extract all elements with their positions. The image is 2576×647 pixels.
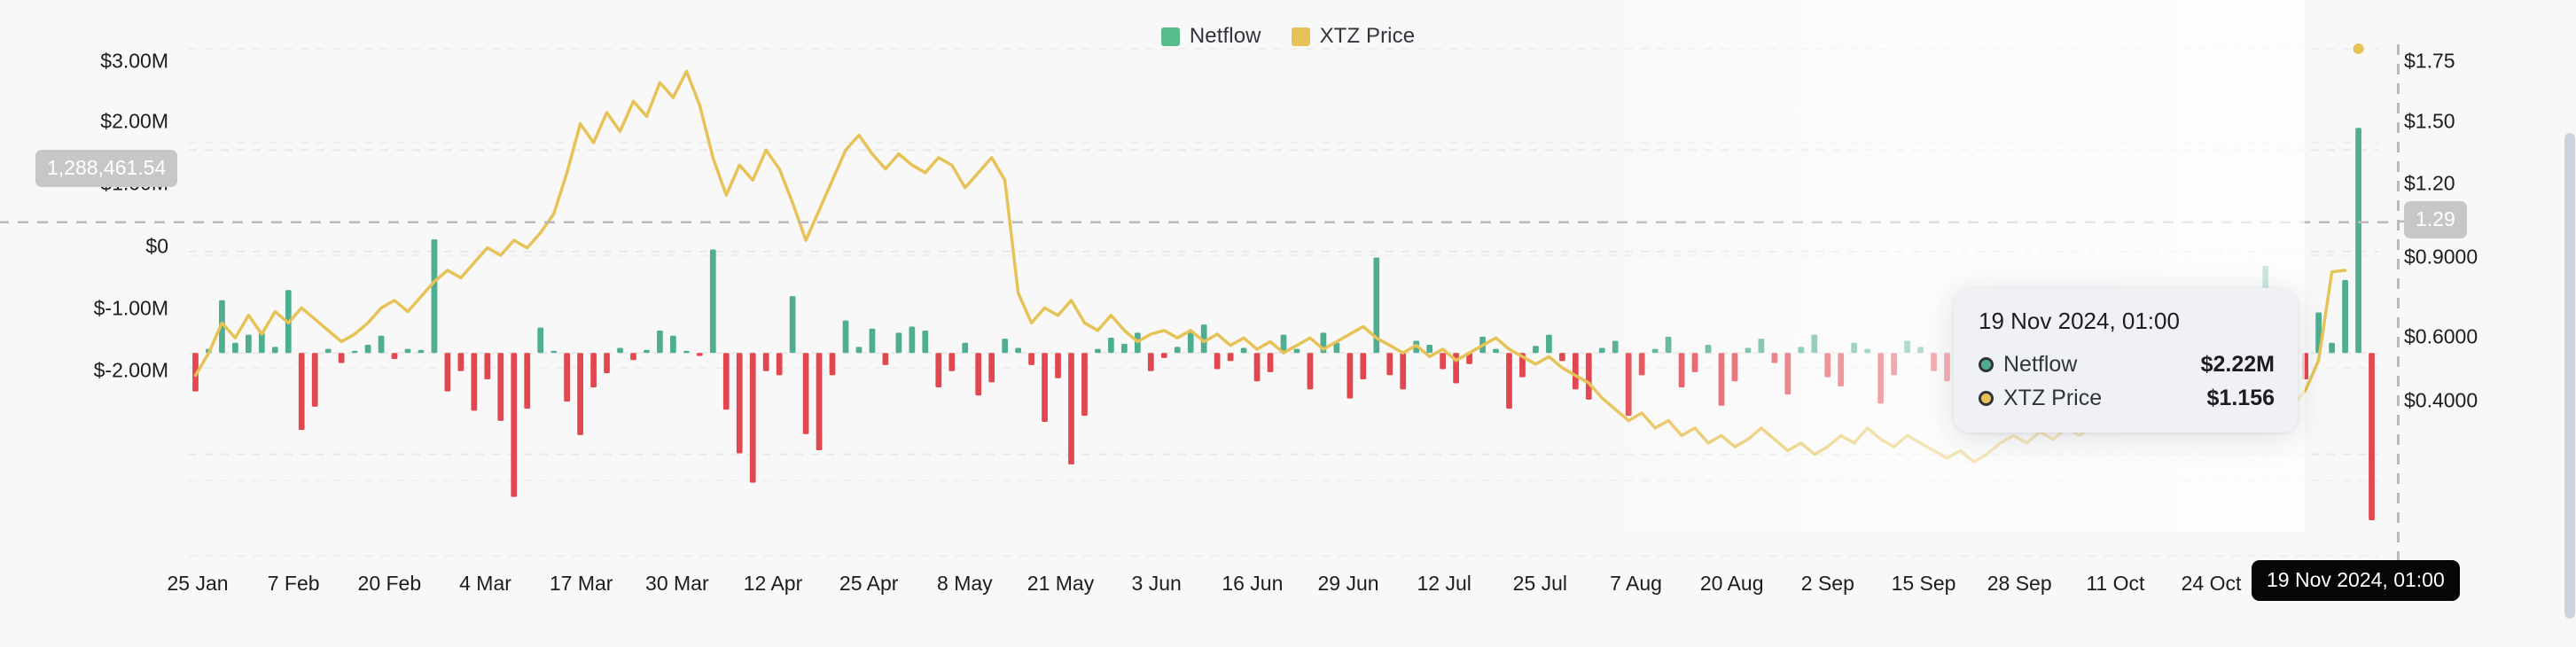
legend-label-netflow: Netflow (1189, 24, 1261, 48)
y-right-tick-060: $0.6000 (2404, 324, 2478, 348)
x-axis-tick: 7 Aug (1610, 572, 1662, 595)
tooltip-series-name: XTZ Price (2003, 386, 2103, 410)
x-axis-tick: 12 Jul (1417, 572, 1471, 595)
legend-label-xtz-price: XTZ Price (1319, 24, 1416, 48)
y-right-tick-090: $0.9000 (2404, 245, 2478, 269)
x-axis-tick: 25 Apr (839, 572, 899, 595)
y-left-tick-0: $0 (145, 234, 168, 258)
x-axis-tick: 3 Jun (1131, 572, 1182, 595)
x-axis-tick: 24 Oct (2181, 572, 2242, 595)
y-right-tick-150: $1.50 (2404, 109, 2455, 133)
tooltip-title: 19 Nov 2024, 01:00 (1979, 308, 2180, 334)
y-right-tick-175: $1.75 (2404, 49, 2455, 73)
crosshair-right-value-badge: 1.29 (2404, 201, 2467, 238)
x-axis-tick: 7 Feb (267, 572, 320, 595)
x-axis-tick: 25 Jul (1512, 572, 1568, 595)
crosshair-left-value-badge: 1,288,461.54 (35, 150, 178, 187)
crosshair-date-pill: 19 Nov 2024, 01:00 (2252, 560, 2460, 601)
x-axis-tick: 29 Jun (1317, 572, 1379, 595)
tooltip-series-value: $1.156 (2206, 386, 2275, 410)
tooltip-series-name: Netflow (2003, 352, 2078, 377)
x-axis-tick: 15 Sep (1891, 572, 1956, 595)
series-dot-icon (1979, 357, 1994, 372)
y-right-tick-040: $0.4000 (2404, 388, 2478, 412)
x-axis-tick: 4 Mar (459, 572, 511, 595)
x-axis-tick: 30 Mar (645, 572, 709, 595)
y-right-tick-120: $1.20 (2404, 171, 2455, 195)
x-axis-tick: 28 Sep (1987, 572, 2052, 595)
tooltip-row-netflow: Netflow $2.22M (1979, 352, 2275, 378)
x-axis-tick: 20 Feb (357, 572, 422, 595)
y-left-tick-2m: $2.00M (100, 109, 168, 133)
x-axis-tick: 20 Aug (1699, 572, 1764, 595)
x-axis-tick: 16 Jun (1222, 572, 1284, 595)
square-swatch-icon (1160, 27, 1180, 46)
legend-item-netflow[interactable]: Netflow (1160, 24, 1261, 49)
x-axis-tick: 2 Sep (1800, 572, 1854, 595)
square-swatch-icon (1291, 27, 1310, 46)
y-left-tick-neg2m: $-2.00M (93, 358, 168, 382)
x-axis-tick: 25 Jan (167, 572, 229, 595)
legend-item-xtz-price[interactable]: XTZ Price (1291, 24, 1416, 49)
x-axis-tick: 12 Apr (743, 572, 803, 595)
x-axis-tick: 17 Mar (549, 572, 613, 595)
series-dot-icon (1979, 391, 1994, 406)
netflow-price-chart: Netflow XTZ Price $3.00M $2.00M $1.00M $… (0, 0, 2576, 647)
page-scrollbar-thumb[interactable] (2564, 133, 2575, 619)
x-axis-tick: 11 Oct (2086, 572, 2145, 595)
x-axis-tick: 8 May (937, 572, 993, 595)
page-scrollbar-track[interactable] (2564, 0, 2576, 647)
tooltip-row-xtz-price: XTZ Price $1.156 (1979, 386, 2275, 411)
x-axis-tick: 21 May (1026, 572, 1095, 595)
chart-legend: Netflow XTZ Price (0, 23, 2576, 50)
y-left-tick-3m: $3.00M (100, 49, 168, 73)
tooltip-series-value: $2.22M (2200, 352, 2275, 377)
y-left-tick-neg1m: $-1.00M (93, 296, 168, 320)
hover-tooltip: 19 Nov 2024, 01:00 Netflow $2.22M XTZ Pr… (1954, 288, 2298, 433)
